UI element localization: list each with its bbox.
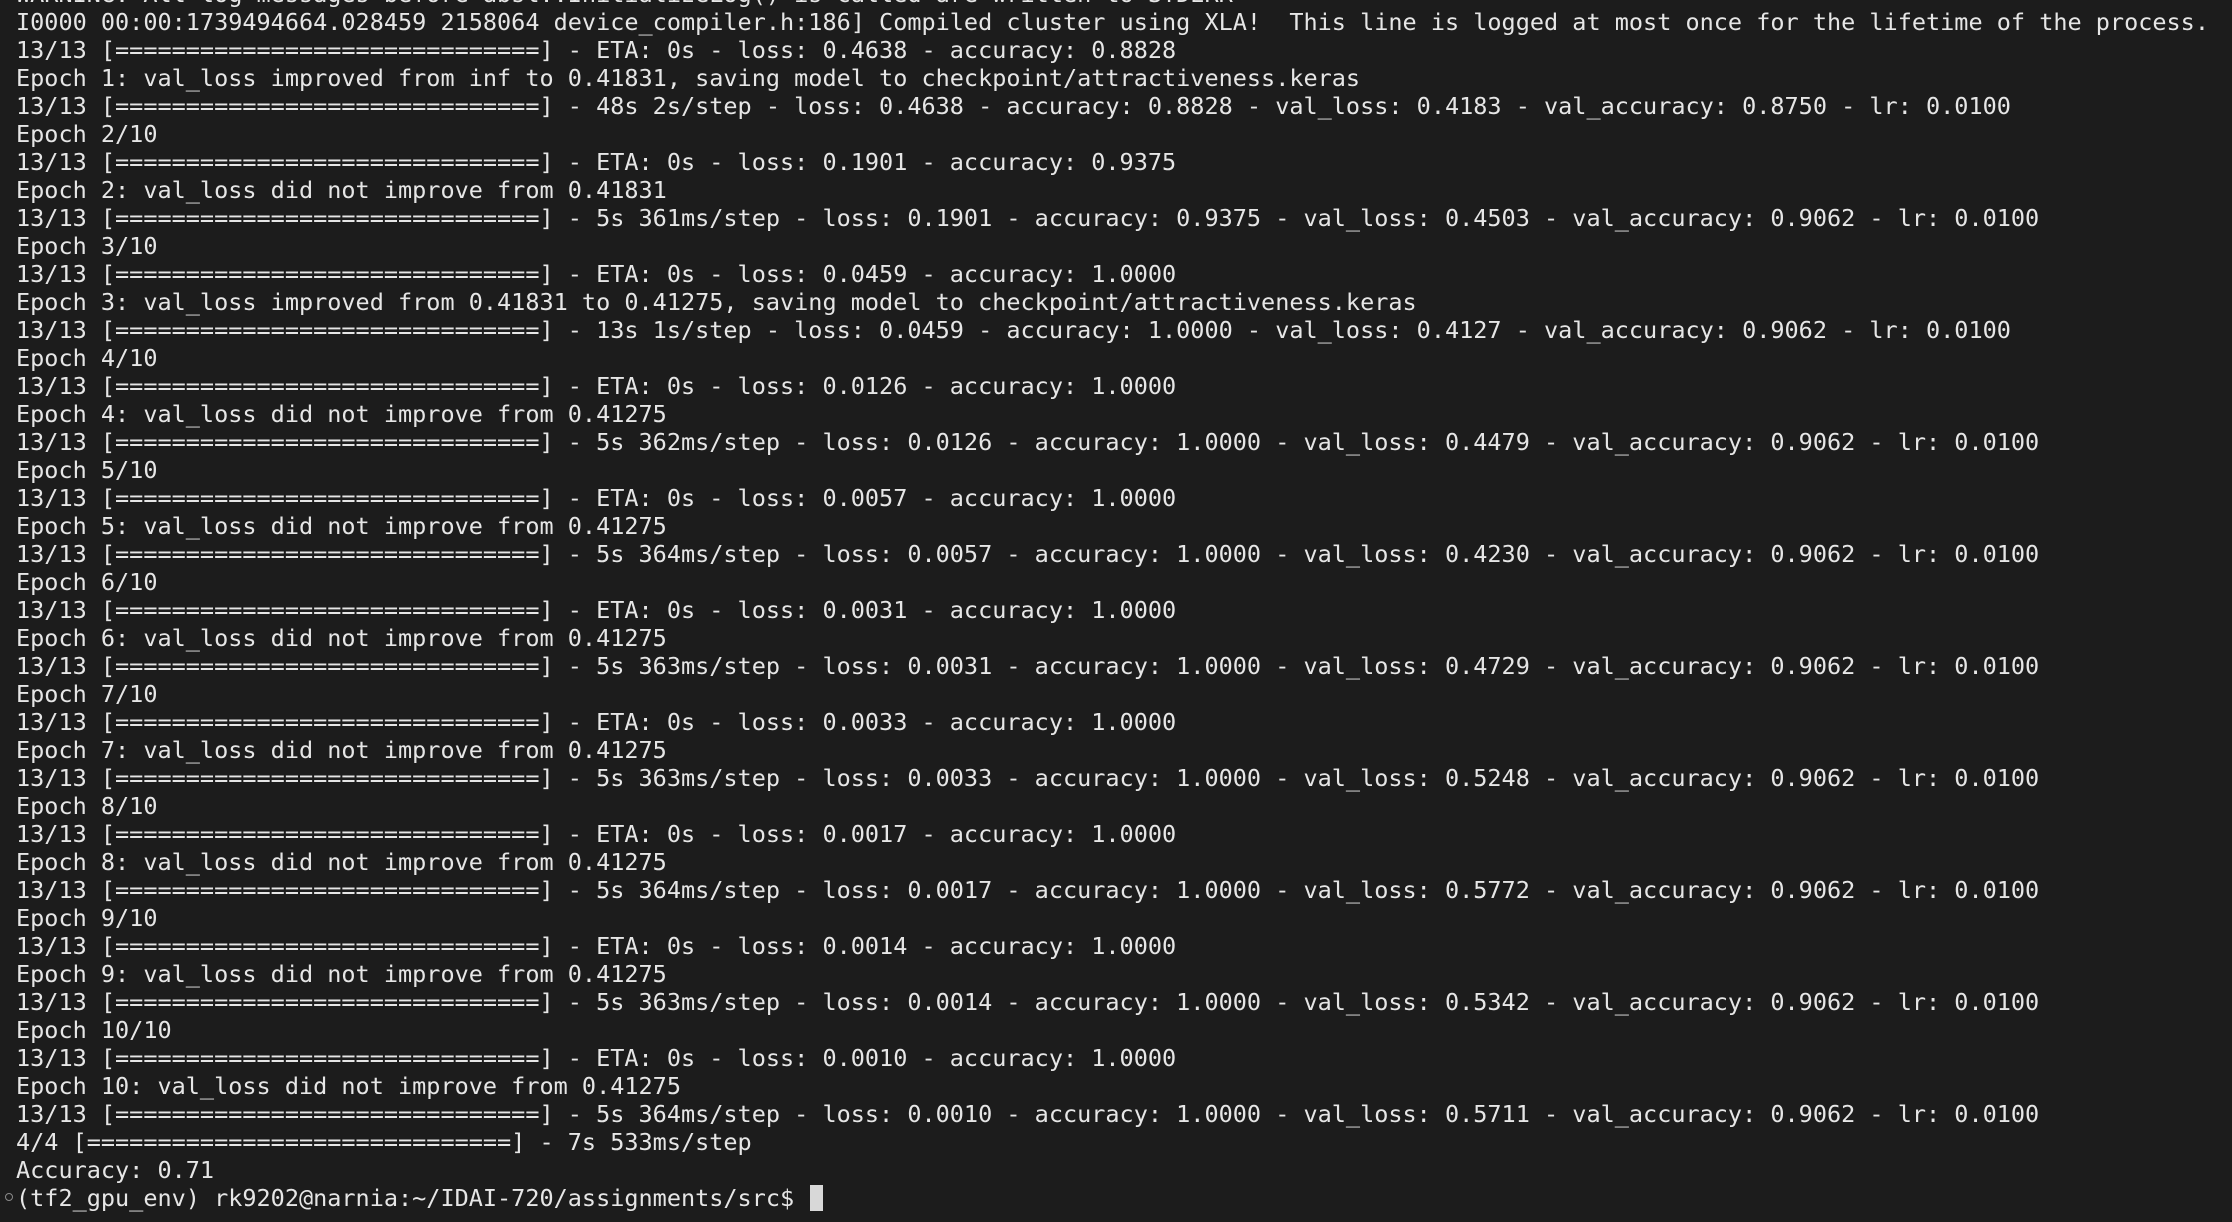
output-line: 13/13 [==============================] -… [16,36,1177,64]
output-line: 13/13 [==============================] -… [16,876,2040,904]
shell-prompt: (tf2_gpu_env) rk9202@narnia:~/IDAI-720/a… [16,1184,809,1212]
output-line: 13/13 [==============================] -… [16,708,1177,736]
output-line: 13/13 [==============================] -… [16,596,1177,624]
prompt-mark-icon [5,1193,13,1201]
output-line: 13/13 [==============================] -… [16,316,2011,344]
terminal-window[interactable]: WARNING: All log messages before absl::I… [0,0,2232,1222]
output-line: Epoch 7: val_loss did not improve from 0… [16,736,667,764]
output-line: 13/13 [==============================] -… [16,932,1177,960]
text-cursor [810,1185,824,1211]
output-line: Epoch 5: val_loss did not improve from 0… [16,512,667,540]
output-line: 13/13 [==============================] -… [16,148,1177,176]
output-line: Epoch 9: val_loss did not improve from 0… [16,960,667,988]
output-line: Epoch 6: val_loss did not improve from 0… [16,624,667,652]
output-line: 13/13 [==============================] -… [16,428,2040,456]
output-line: 13/13 [==============================] -… [16,988,2040,1016]
output-line: 13/13 [==============================] -… [16,1100,2040,1128]
output-line: 13/13 [==============================] -… [16,652,2040,680]
output-line: Epoch 2: val_loss did not improve from 0… [16,176,667,204]
output-line: Epoch 8/10 [16,792,158,820]
output-line: Epoch 3/10 [16,232,158,260]
output-line: 13/13 [==============================] -… [16,540,2040,568]
output-line: 13/13 [==============================] -… [16,484,1177,512]
output-line: 13/13 [==============================] -… [16,260,1177,288]
output-line: 13/13 [==============================] -… [16,820,1177,848]
output-line: Epoch 7/10 [16,680,158,708]
terminal-output: WARNING: All log messages before absl::I… [5,0,2209,1212]
output-line: Epoch 1: val_loss improved from inf to 0… [16,64,1361,92]
output-line: I0000 00:00:1739494664.028459 2158064 de… [16,8,2209,36]
output-line: Epoch 10: val_loss did not improve from … [16,1072,681,1100]
output-line: Epoch 6/10 [16,568,158,596]
output-line: Epoch 5/10 [16,456,158,484]
output-line: Epoch 3: val_loss improved from 0.41831 … [16,288,1417,316]
output-line: Accuracy: 0.71 [16,1156,215,1184]
output-line: 13/13 [==============================] -… [16,204,2040,232]
output-line: Epoch 4: val_loss did not improve from 0… [16,400,667,428]
output-line: 4/4 [==============================] - 7… [16,1128,752,1156]
output-line: 13/13 [==============================] -… [16,1044,1177,1072]
output-line: Epoch 9/10 [16,904,158,932]
output-line: Epoch 4/10 [16,344,158,372]
output-line: Epoch 8: val_loss did not improve from 0… [16,848,667,876]
output-line: 13/13 [==============================] -… [16,372,1177,400]
output-line: WARNING: All log messages before absl::I… [16,0,2209,8]
output-line: Epoch 10/10 [16,1016,172,1044]
output-line: 13/13 [==============================] -… [16,92,2011,120]
output-line: 13/13 [==============================] -… [16,764,2040,792]
command-prompt-line[interactable]: (tf2_gpu_env) rk9202@narnia:~/IDAI-720/a… [5,1184,2209,1212]
output-line: Epoch 2/10 [16,120,158,148]
